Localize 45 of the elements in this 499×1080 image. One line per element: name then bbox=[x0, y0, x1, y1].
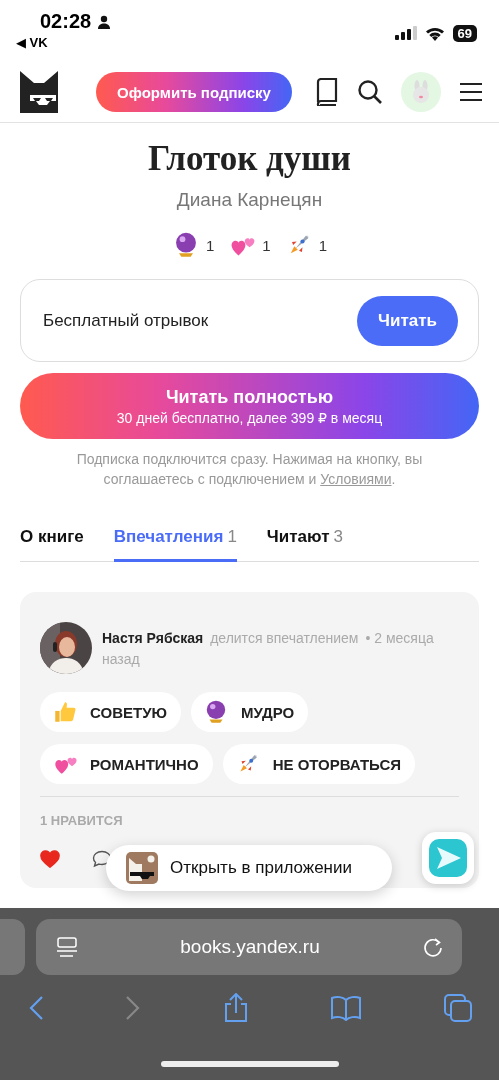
reaction-count: 1 bbox=[206, 236, 215, 254]
reader-icon[interactable] bbox=[56, 936, 78, 958]
tab[interactable]: О книге bbox=[20, 527, 84, 562]
free-excerpt-label: Бесплатный отрывок bbox=[43, 310, 209, 331]
tab[interactable]: Читают 3 bbox=[266, 527, 343, 562]
tabs-icon[interactable] bbox=[443, 993, 473, 1023]
send-icon bbox=[429, 839, 467, 877]
app-shortcut-button[interactable] bbox=[422, 832, 474, 884]
app-logo-icon bbox=[126, 852, 158, 884]
reaction-count: 1 bbox=[262, 236, 271, 254]
wifi-icon bbox=[424, 25, 445, 41]
signal-icon bbox=[394, 26, 417, 40]
battery-level: 69 bbox=[452, 24, 477, 42]
book-title: Глоток души bbox=[147, 139, 352, 179]
thumbs-up-icon bbox=[52, 699, 78, 725]
person-icon bbox=[97, 14, 112, 29]
read-button[interactable]: Читать bbox=[357, 295, 458, 346]
tab[interactable]: Впечатления 1 bbox=[113, 527, 237, 562]
open-in-app-button[interactable]: Открыть в приложении bbox=[106, 845, 392, 891]
book-author[interactable]: Диана Карнецян bbox=[176, 189, 323, 211]
share-icon[interactable] bbox=[222, 993, 249, 1023]
clock-time: 02:28 bbox=[40, 10, 92, 33]
cat-logo-icon[interactable] bbox=[20, 71, 58, 113]
book-icon[interactable] bbox=[315, 78, 339, 106]
likes-count: 1 НРАВИТСЯ bbox=[40, 813, 124, 828]
reaction-count: 1 bbox=[318, 236, 327, 254]
subscription-notice: Подписка подключится сразу. Нажимая на кнопку, вы соглашаетесь с подключением и Условиями. bbox=[75, 450, 424, 489]
menu-icon[interactable] bbox=[459, 82, 483, 102]
url-text: books.yandex.ru bbox=[180, 936, 320, 958]
search-icon[interactable] bbox=[357, 79, 383, 105]
forward-icon[interactable] bbox=[125, 995, 142, 1021]
subscribe-button[interactable]: Оформить подписку bbox=[96, 72, 292, 112]
heart-icon[interactable] bbox=[40, 850, 60, 868]
back-icon[interactable] bbox=[28, 995, 44, 1021]
back-to-app-link[interactable]: ◀ VK bbox=[16, 35, 112, 50]
impression-tag: РОМАНТИЧНО bbox=[40, 744, 213, 784]
review-byline: Настя Рябская делится впечатлением • 2 месяца назад bbox=[102, 629, 435, 669]
address-bar[interactable]: books.yandex.ru bbox=[36, 919, 462, 975]
terms-link[interactable]: Условиями bbox=[320, 471, 392, 487]
impression-tag: СОВЕТУЮ bbox=[40, 692, 181, 732]
read-full-button[interactable]: Читать полностью 30 дней бесплатно, далее 399 ₽ в месяц bbox=[20, 373, 479, 439]
impression-tag: МУДРО bbox=[190, 692, 309, 732]
reload-icon[interactable] bbox=[422, 936, 444, 958]
bookmarks-icon[interactable] bbox=[329, 995, 362, 1021]
impression-tag: НЕ ОТОРВАТЬСЯ bbox=[222, 744, 416, 784]
